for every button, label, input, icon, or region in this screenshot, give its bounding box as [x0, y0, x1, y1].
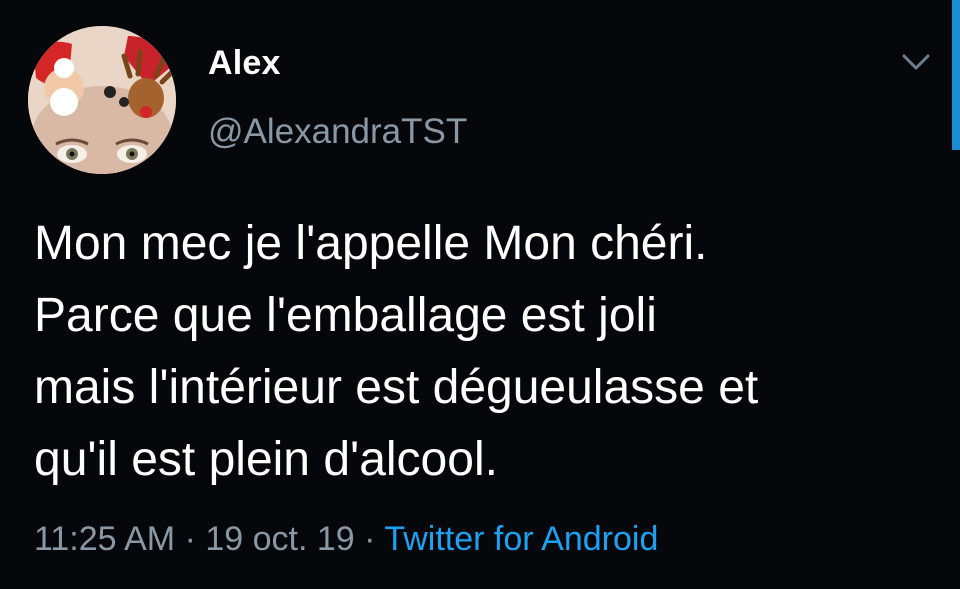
tweet-text-line: Mon mec je l'appelle Mon chéri. [34, 217, 708, 270]
tweet-text-line: qu'il est plein d'alcool. [34, 433, 498, 486]
tweet-text-line: Parce que l'emballage est joli [34, 289, 657, 342]
tweet-card: Alex @AlexandraTST Mon mec je l'appelle … [0, 0, 960, 589]
tweet-source-link[interactable]: Twitter for Android [384, 520, 658, 558]
chevron-down-icon[interactable] [896, 46, 936, 78]
author-handle[interactable]: @AlexandraTST [208, 112, 467, 152]
avatar[interactable] [28, 26, 176, 174]
avatar-image [28, 26, 176, 174]
author-name[interactable]: Alex [208, 44, 281, 83]
scrollbar-thumb[interactable] [952, 0, 960, 150]
tweet-text-line: mais l'intérieur est dégueulasse et [34, 361, 759, 414]
tweet-text: Mon mec je l'appelle Mon chéri. Parce qu… [34, 208, 934, 496]
tweet-date[interactable]: 19 oct. 19 [205, 520, 354, 558]
tweet-time[interactable]: 11:25 AM [34, 520, 175, 558]
meta-separator: · [364, 520, 376, 558]
meta-separator: · [184, 520, 196, 558]
tweet-meta: 11:25 AM · 19 oct. 19 · Twitter for Andr… [34, 520, 658, 559]
